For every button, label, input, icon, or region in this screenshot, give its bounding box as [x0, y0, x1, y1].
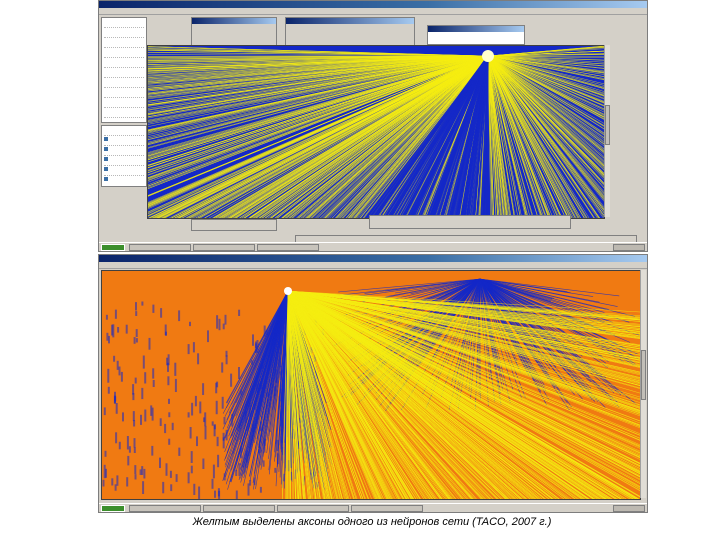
- start-menu-icon[interactable]: [101, 505, 125, 512]
- panel-row[interactable]: [104, 20, 144, 28]
- info-window[interactable]: [427, 25, 525, 45]
- minimized-window[interactable]: [191, 219, 277, 231]
- panel-row[interactable]: [104, 70, 144, 78]
- status-strip[interactable]: [369, 215, 571, 229]
- info-window-title[interactable]: [428, 26, 524, 32]
- app-title-bar[interactable]: [99, 1, 647, 8]
- axon-canvas-bottom: [102, 271, 640, 499]
- menu-bar[interactable]: [99, 8, 647, 15]
- axon-canvas-top: [148, 46, 604, 218]
- panel-row[interactable]: [104, 168, 144, 181]
- tool-panel-lower[interactable]: [101, 125, 147, 187]
- tool-panel-upper[interactable]: [101, 17, 147, 123]
- panel-row[interactable]: [104, 110, 144, 118]
- panel-row[interactable]: [104, 80, 144, 88]
- layer-icon: [104, 177, 108, 181]
- vertical-scrollbar[interactable]: [640, 270, 646, 498]
- network-visualization-bottom[interactable]: [101, 270, 641, 500]
- panel-row[interactable]: [104, 40, 144, 48]
- doc-window-title[interactable]: [286, 18, 414, 24]
- task-button[interactable]: [351, 505, 423, 512]
- panel-row[interactable]: [104, 30, 144, 38]
- task-button[interactable]: [193, 244, 255, 251]
- panel-row[interactable]: [104, 50, 144, 58]
- doc-window-title[interactable]: [192, 18, 276, 24]
- vertical-scrollbar[interactable]: [604, 45, 610, 217]
- panel-row[interactable]: [104, 100, 144, 108]
- scroll-thumb[interactable]: [605, 105, 610, 145]
- start-menu-icon[interactable]: [101, 244, 125, 251]
- panel-row[interactable]: [104, 148, 144, 161]
- panel-row[interactable]: [104, 158, 144, 171]
- task-button[interactable]: [257, 244, 319, 251]
- network-visualization-top[interactable]: [147, 45, 605, 219]
- taskbar: [99, 242, 647, 251]
- panel-row[interactable]: [104, 60, 144, 68]
- panel-row[interactable]: [104, 90, 144, 98]
- panel-row[interactable]: [104, 138, 144, 151]
- task-button[interactable]: [277, 505, 349, 512]
- panel-row[interactable]: [104, 128, 144, 141]
- app-title-bar[interactable]: [99, 255, 647, 262]
- tray-clock-icon[interactable]: [613, 505, 645, 512]
- menu-bar[interactable]: [99, 262, 647, 269]
- task-button[interactable]: [129, 505, 201, 512]
- figure-caption: Желтым выделены аксоны одного из нейроно…: [192, 516, 552, 528]
- screenshot-bottom: [98, 254, 648, 513]
- tray-clock-icon[interactable]: [613, 244, 645, 251]
- scroll-thumb[interactable]: [641, 350, 646, 400]
- task-button[interactable]: [129, 244, 191, 251]
- taskbar: [99, 503, 647, 512]
- screenshot-top: [98, 0, 648, 252]
- task-button[interactable]: [203, 505, 275, 512]
